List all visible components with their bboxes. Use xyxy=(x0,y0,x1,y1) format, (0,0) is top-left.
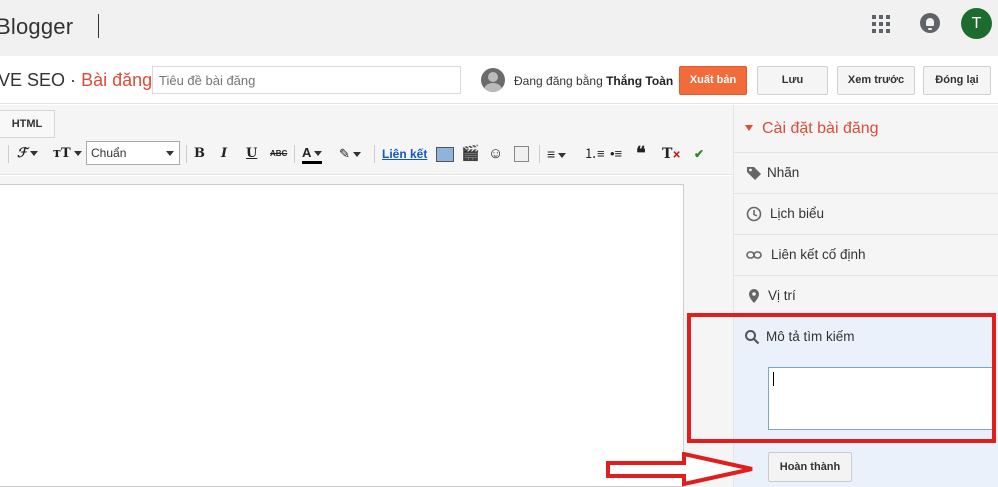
post-settings-title: Cài đặt bài đăng xyxy=(762,120,879,137)
sidebar-item-labels[interactable]: Nhãn xyxy=(734,153,998,194)
spell-check-icon[interactable]: ✔ xyxy=(694,143,704,165)
posting-user-name: Thắng Toàn xyxy=(606,74,674,88)
save-button[interactable]: Lưu xyxy=(757,66,828,95)
font-size-icon[interactable]: тT xyxy=(53,143,82,165)
insert-link-button[interactable]: Liên kết xyxy=(382,143,427,165)
toolbar-divider xyxy=(539,145,540,163)
quote-icon[interactable]: ❝ xyxy=(636,143,646,165)
jump-break-icon[interactable] xyxy=(514,146,529,162)
numbered-list-icon[interactable]: ⒈≡ xyxy=(584,143,605,165)
font-family-icon[interactable]: ℱ xyxy=(17,143,39,165)
sidebar-item-label: Nhãn xyxy=(767,165,800,180)
sidebar-item-permalink[interactable]: Liên kết cố định xyxy=(734,235,998,276)
align-icon[interactable]: ≡ xyxy=(547,143,567,165)
post-title-input[interactable] xyxy=(152,66,461,94)
toolbar-divider xyxy=(374,145,375,163)
link-icon xyxy=(746,251,762,259)
user-avatar xyxy=(481,68,505,92)
top-bar: Blogger T xyxy=(0,0,998,56)
sidebar-item-label: Lịch biểu xyxy=(770,206,825,221)
bullet-list-icon[interactable]: •≡ xyxy=(610,143,622,165)
sidebar-item-label: Liên kết cố định xyxy=(771,247,866,262)
toolbar-divider xyxy=(186,145,187,163)
blogger-logo[interactable]: Blogger xyxy=(0,14,73,40)
strikethrough-button[interactable]: ABC xyxy=(270,143,287,165)
font-size-select[interactable]: Chuẩn xyxy=(86,141,180,165)
caret-down-icon xyxy=(745,125,753,131)
posting-as-text: Đang đăng bằng Thắng Toàn xyxy=(514,74,674,88)
location-pin-icon xyxy=(749,289,759,303)
divider xyxy=(98,14,99,38)
clock-icon xyxy=(746,206,762,222)
arrow-annotation-icon xyxy=(606,452,753,487)
tag-icon xyxy=(747,167,761,180)
italic-button[interactable]: I xyxy=(221,143,227,165)
text-color-icon[interactable]: A xyxy=(302,144,323,164)
post-body-editor[interactable] xyxy=(0,184,684,487)
notifications-bell-icon[interactable] xyxy=(920,13,940,33)
highlight-color-icon[interactable]: ✎ xyxy=(339,143,361,165)
insert-video-icon[interactable]: 🎬 xyxy=(461,143,480,165)
section-name[interactable]: Bài đăng xyxy=(81,70,152,90)
sidebar-item-location[interactable]: Vị trí xyxy=(734,276,998,317)
bold-button[interactable]: B xyxy=(194,143,205,165)
publish-button[interactable]: Xuất bản xyxy=(679,66,747,95)
tab-html[interactable]: HTML xyxy=(0,110,55,138)
title-separator: · xyxy=(70,70,77,90)
underline-button[interactable]: U xyxy=(246,143,257,165)
post-header: VE SEO · Bài đăng Đang đăng bằng Thắng T… xyxy=(0,56,998,104)
clear-formatting-icon[interactable]: T✕ xyxy=(662,143,681,165)
sidebar-item-schedule[interactable]: Lịch biểu xyxy=(734,194,998,235)
emoji-icon[interactable]: ☺ xyxy=(488,143,503,165)
apps-grid-icon[interactable] xyxy=(872,15,890,33)
insert-image-icon[interactable] xyxy=(436,147,454,162)
preview-button[interactable]: Xem trước xyxy=(837,66,915,95)
highlight-box xyxy=(687,313,996,443)
account-avatar[interactable]: T xyxy=(961,8,992,39)
blog-name[interactable]: VE SEO xyxy=(0,70,65,90)
chevron-down-icon xyxy=(166,151,174,156)
toolbar-divider xyxy=(8,145,9,163)
done-button[interactable]: Hoàn thành xyxy=(768,452,852,482)
blog-title: VE SEO · Bài đăng xyxy=(0,70,152,91)
post-settings-header[interactable]: Cài đặt bài đăng xyxy=(734,105,998,153)
toolbar-divider xyxy=(294,145,295,163)
close-button[interactable]: Đóng lại xyxy=(923,66,991,95)
sidebar-item-label: Vị trí xyxy=(768,288,796,303)
